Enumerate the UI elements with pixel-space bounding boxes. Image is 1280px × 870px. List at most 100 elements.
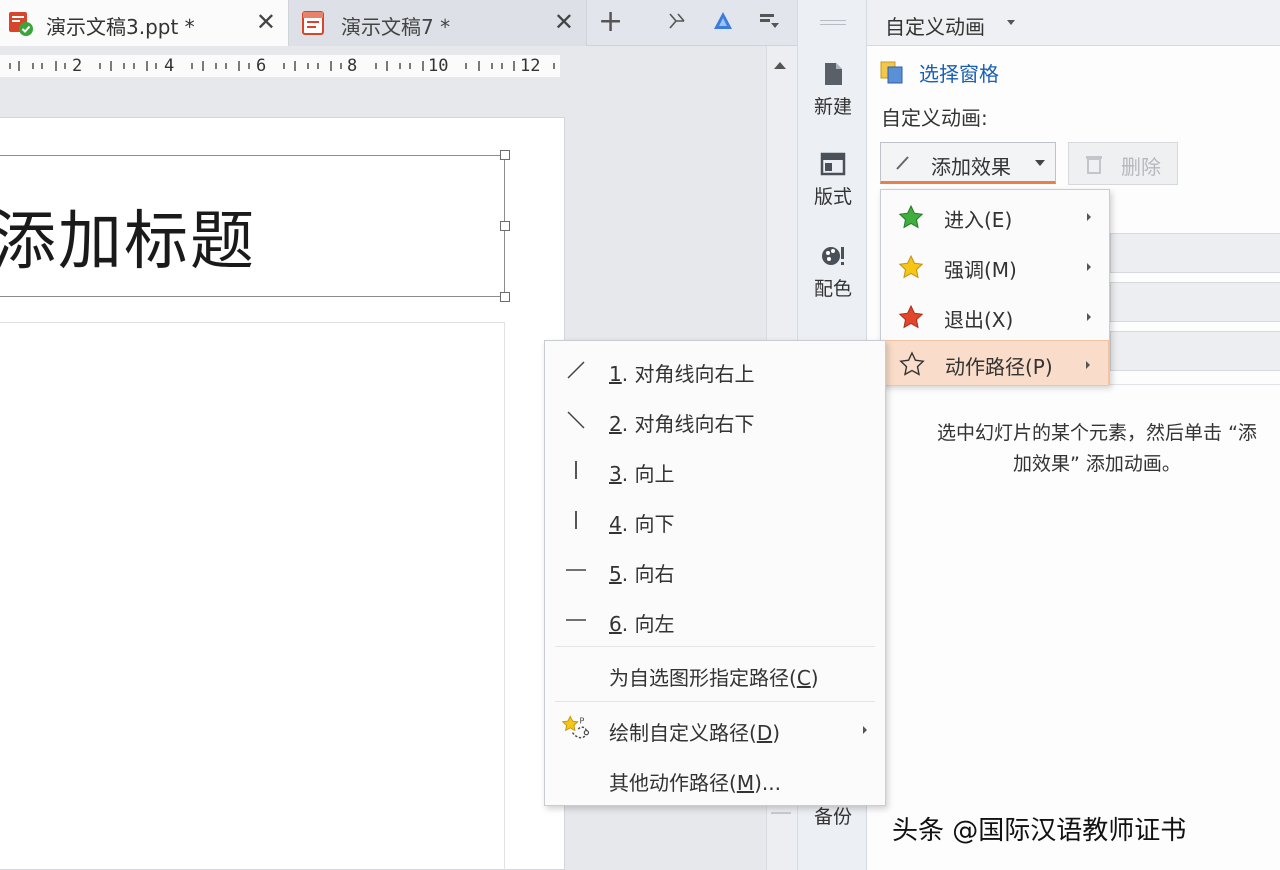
- tab-bar-tools: [664, 8, 782, 34]
- path-item-more-paths[interactable]: 其他动作路径(M)...: [545, 754, 885, 804]
- cloud-sync-icon[interactable]: [710, 8, 736, 34]
- horizontal-right-icon: [566, 569, 586, 571]
- ruler-label: 4: [164, 56, 175, 76]
- new-slide-icon: [825, 63, 842, 85]
- ruler-ticks: [9, 61, 555, 71]
- tab-label: 演示文稿7 *: [341, 15, 451, 39]
- add-effect-label: 添加效果: [931, 155, 1011, 179]
- resize-handle[interactable]: [500, 150, 510, 160]
- color-scheme-button[interactable]: 配色: [798, 242, 868, 301]
- wps-presentation-icon: [9, 12, 33, 36]
- menu-separator: [555, 646, 875, 647]
- menu-item-motion-path[interactable]: 动作路径(P): [881, 340, 1109, 386]
- close-tab-icon[interactable]: ✕: [256, 8, 276, 36]
- scroll-grip[interactable]: [771, 812, 791, 834]
- presentation-file-icon: [302, 11, 324, 35]
- title-placeholder-text[interactable]: 添加标题: [0, 190, 256, 282]
- path-item-down[interactable]: 4. 向下: [545, 495, 885, 545]
- submenu-arrow-icon: [863, 726, 867, 734]
- tab-presentation-3[interactable]: 演示文稿3.ppt * ✕: [0, 0, 289, 46]
- content-placeholder-box[interactable]: [0, 322, 505, 870]
- menu-item-label: 强调(M): [944, 258, 1017, 282]
- path-item-diagonal-down-right[interactable]: 2. 对角线向右下: [545, 395, 885, 445]
- red-star-icon: [898, 304, 924, 329]
- vertical-up-icon: [575, 461, 577, 479]
- path-item-label: 2. 对角线向右下: [609, 412, 755, 436]
- pane-title: 自定义动画: [885, 15, 985, 39]
- color-scheme-icon: [822, 247, 844, 265]
- horizontal-ruler: 2 4 6 8 10 12: [0, 55, 560, 77]
- diagonal-up-right-icon: [567, 361, 585, 379]
- outline-star-icon: [899, 351, 925, 376]
- menu-item-entrance[interactable]: 进入(E): [881, 192, 1109, 242]
- yellow-star-icon: [898, 254, 924, 279]
- custom-animation-label: 自定义动画:: [881, 106, 988, 130]
- ruler-label: 10: [428, 56, 449, 76]
- horizontal-left-icon: [566, 619, 586, 621]
- path-item-up[interactable]: 3. 向上: [545, 445, 885, 495]
- selection-pane-icon: [880, 61, 903, 83]
- chevron-down-icon[interactable]: [1007, 20, 1015, 25]
- delete-effect-button[interactable]: 删除: [1068, 142, 1178, 185]
- hint-line: 选中幻灯片的某个元素，然后单击 “添: [937, 422, 1257, 444]
- select-pane-link[interactable]: 选择窗格: [879, 58, 999, 87]
- tab-label: 演示文稿3.ppt *: [46, 15, 195, 39]
- green-star-icon: [898, 204, 924, 229]
- effect-start-field[interactable]: [1110, 233, 1280, 273]
- submenu-arrow-icon: [1087, 263, 1091, 271]
- path-item-label: 5. 向右: [609, 562, 675, 586]
- tab-presentation-7[interactable]: 演示文稿7 * ✕: [289, 0, 587, 46]
- path-item-label: 4. 向下: [609, 512, 675, 536]
- scroll-up-arrow-icon[interactable]: [774, 62, 786, 69]
- layout-button[interactable]: 版式: [798, 150, 868, 209]
- menu-item-label: 进入(E): [944, 208, 1013, 232]
- close-tab-icon[interactable]: ✕: [554, 8, 574, 36]
- ruler-label: 8: [347, 56, 358, 76]
- ruler-label: 2: [72, 56, 83, 76]
- path-item-assign-to-shape[interactable]: 为自选图形指定路径(C): [545, 649, 885, 699]
- path-item-label: 为自选图形指定路径(C): [609, 666, 819, 690]
- new-tab-button[interactable]: +: [598, 6, 623, 38]
- ruler-label: 6: [256, 56, 267, 76]
- menu-item-exit[interactable]: 退出(X): [881, 292, 1109, 342]
- effect-speed-field[interactable]: [1110, 331, 1280, 371]
- dropdown-menu-icon[interactable]: [756, 8, 782, 34]
- vertical-down-icon: [575, 511, 577, 529]
- select-pane-label: 选择窗格: [919, 62, 999, 86]
- strip-grip[interactable]: [820, 20, 846, 25]
- add-effect-button[interactable]: 添加效果: [880, 142, 1056, 184]
- path-item-diagonal-up-right[interactable]: 1. 对角线向右上: [545, 345, 885, 395]
- strip-label: 版式: [813, 186, 852, 208]
- path-item-label: 6. 向左: [609, 612, 675, 636]
- draw-custom-path-icon: P: [561, 715, 590, 739]
- pane-header[interactable]: 自定义动画: [867, 0, 1280, 46]
- submenu-arrow-icon: [1087, 213, 1091, 221]
- watermark-text: 头条 @国际汉语教师证书: [892, 816, 1187, 846]
- path-item-left[interactable]: 6. 向左: [545, 595, 885, 645]
- path-item-label: 3. 向上: [609, 462, 675, 486]
- layout-icon: [820, 152, 846, 176]
- custom-animation-pane: 自定义动画 选择窗格 自定义动画: 添加效果 删除 选中幻灯片的某个元素，然后单…: [867, 0, 1280, 870]
- hint-text: 选中幻灯片的某个元素，然后单击 “添 加效果” 添加动画。: [897, 418, 1280, 480]
- strip-label: 备份: [813, 806, 852, 828]
- effect-property-field[interactable]: [1110, 282, 1280, 322]
- strip-label: 配色: [813, 278, 852, 300]
- svg-text:P: P: [579, 716, 584, 725]
- hint-line: 加效果” 添加动画。: [1013, 453, 1181, 475]
- submenu-arrow-icon: [1087, 313, 1091, 321]
- resize-handle[interactable]: [500, 292, 510, 302]
- path-item-label: 绘制自定义路径(D): [609, 721, 781, 745]
- path-item-right[interactable]: 5. 向右: [545, 545, 885, 595]
- resize-handle[interactable]: [500, 221, 510, 231]
- menu-item-emphasis[interactable]: 强调(M): [881, 242, 1109, 292]
- menu-item-label: 退出(X): [944, 308, 1014, 332]
- submenu-arrow-icon: [1086, 361, 1090, 369]
- add-effect-menu: 进入(E) 强调(M) 退出(X) 动作路径(P): [880, 189, 1110, 386]
- new-slide-button[interactable]: 新建: [798, 60, 868, 119]
- path-item-label: 1. 对角线向右上: [609, 362, 755, 386]
- path-item-draw-custom[interactable]: P 绘制自定义路径(D): [545, 704, 885, 754]
- delete-label: 删除: [1121, 155, 1161, 179]
- ruler-label: 12: [520, 56, 541, 76]
- path-item-label: 其他动作路径(M)...: [609, 771, 781, 795]
- skin-icon[interactable]: [664, 8, 690, 34]
